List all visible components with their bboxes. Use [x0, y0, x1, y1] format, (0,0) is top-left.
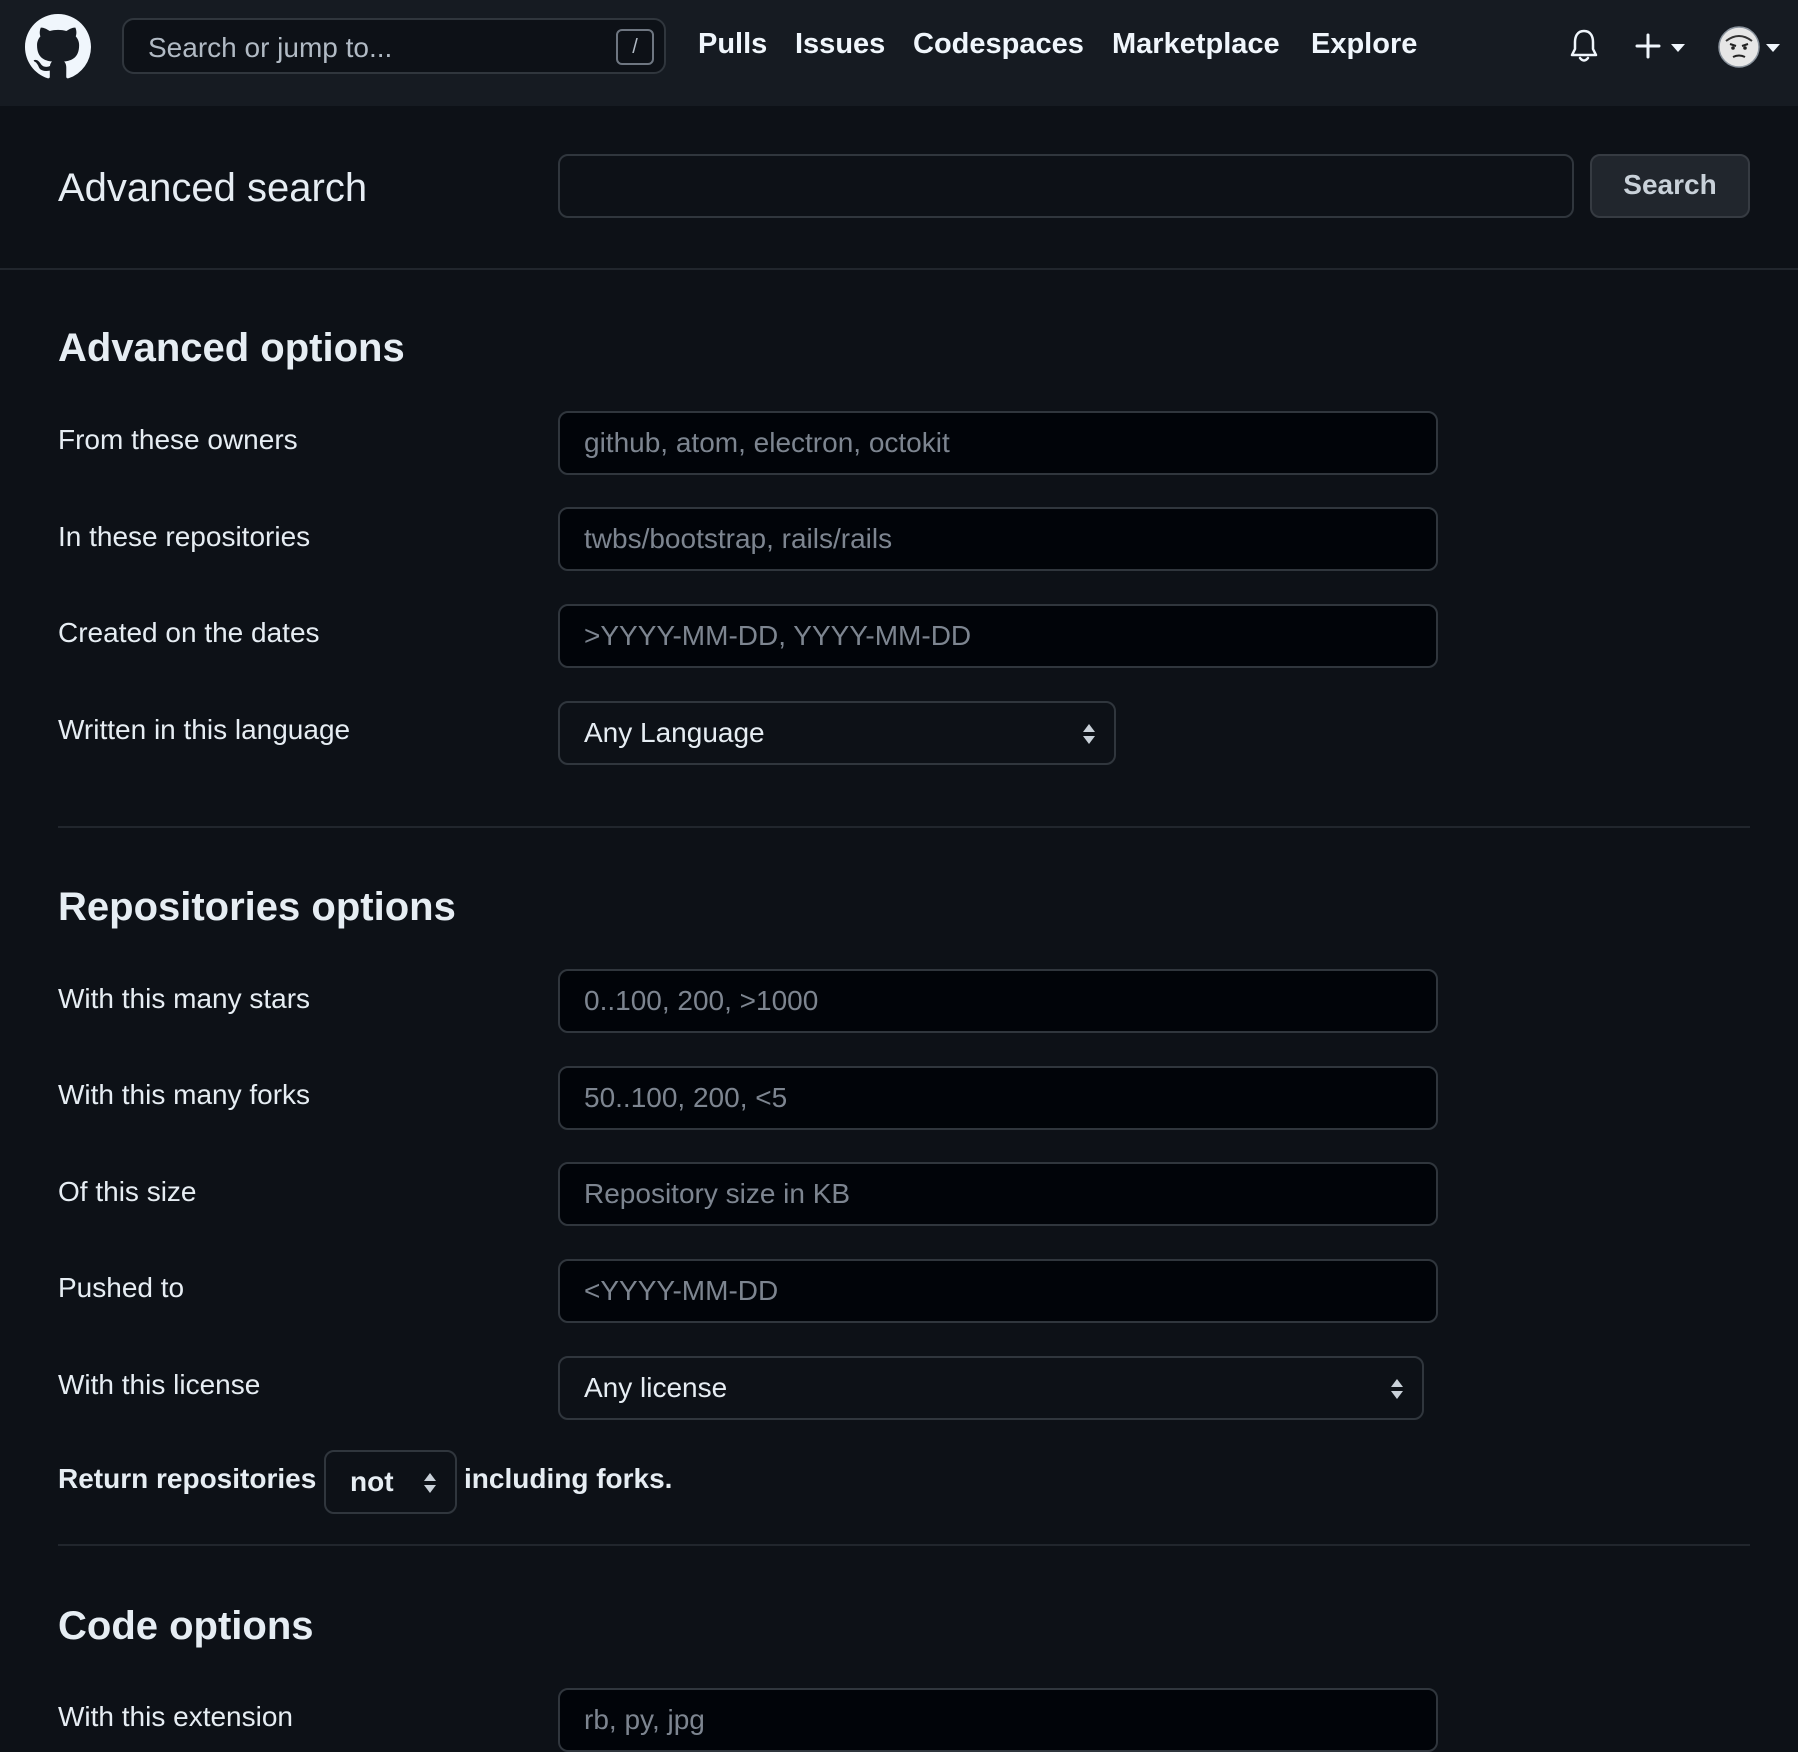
- global-search-placeholder: Search or jump to...: [148, 32, 393, 63]
- including-forks-label: including forks.: [464, 1463, 673, 1494]
- owners-label: From these owners: [58, 424, 298, 455]
- create-new-plus-icon[interactable]: [1634, 32, 1662, 60]
- select-updown-icon: [424, 1473, 436, 1493]
- include-forks-select-value: not: [350, 1466, 394, 1497]
- repositories-label: In these repositories: [58, 521, 311, 552]
- language-select-value: Any Language: [584, 717, 765, 748]
- nav-explore[interactable]: Explore: [1311, 28, 1417, 61]
- repositories-input[interactable]: [558, 507, 1438, 571]
- global-search-input[interactable]: Search or jump to... /: [122, 18, 666, 74]
- github-logo-icon[interactable]: [25, 14, 91, 80]
- nav-pulls[interactable]: Pulls: [698, 28, 767, 61]
- created-dates-label: Created on the dates: [58, 617, 320, 648]
- user-avatar[interactable]: [1718, 26, 1760, 68]
- stars-input[interactable]: [558, 969, 1438, 1033]
- slash-shortcut-key: /: [616, 29, 654, 65]
- divider: [0, 268, 1798, 270]
- size-input[interactable]: [558, 1162, 1438, 1226]
- created-dates-input[interactable]: [558, 604, 1438, 668]
- page-title: Advanced search: [58, 166, 368, 210]
- nav-issues[interactable]: Issues: [795, 28, 885, 61]
- code-options-title: Code options: [58, 1604, 314, 1648]
- pushed-label: Pushed to: [58, 1272, 185, 1303]
- stars-label: With this many stars: [58, 983, 311, 1014]
- user-menu-chevron-down-icon[interactable]: [1766, 44, 1780, 52]
- divider: [58, 1544, 1750, 1546]
- pushed-input[interactable]: [558, 1259, 1438, 1323]
- return-repositories-label: Return repositories: [58, 1463, 317, 1494]
- global-header: Search or jump to... / Pulls Issues Code…: [0, 0, 1798, 106]
- notifications-bell-icon[interactable]: [1568, 28, 1600, 64]
- language-label: Written in this language: [58, 714, 351, 745]
- size-label: Of this size: [58, 1176, 197, 1207]
- select-updown-icon: [1391, 1379, 1403, 1399]
- advanced-search-query-input[interactable]: [558, 154, 1574, 218]
- search-button[interactable]: Search: [1590, 154, 1750, 218]
- nav-marketplace[interactable]: Marketplace: [1112, 28, 1280, 61]
- owners-input[interactable]: [558, 411, 1438, 475]
- include-forks-select[interactable]: not: [324, 1450, 457, 1514]
- create-menu-chevron-down-icon[interactable]: [1671, 44, 1685, 52]
- advanced-options-title: Advanced options: [58, 326, 405, 370]
- language-select[interactable]: Any Language: [558, 701, 1116, 765]
- license-select-value: Any license: [584, 1372, 728, 1403]
- extension-input[interactable]: [558, 1688, 1438, 1752]
- license-select[interactable]: Any license: [558, 1356, 1424, 1420]
- forks-input[interactable]: [558, 1066, 1438, 1130]
- extension-label: With this extension: [58, 1701, 293, 1732]
- forks-label: With this many forks: [58, 1079, 311, 1110]
- license-label: With this license: [58, 1369, 261, 1400]
- select-updown-icon: [1083, 724, 1095, 744]
- nav-codespaces[interactable]: Codespaces: [913, 28, 1084, 61]
- repositories-options-title: Repositories options: [58, 885, 456, 929]
- divider: [58, 826, 1750, 828]
